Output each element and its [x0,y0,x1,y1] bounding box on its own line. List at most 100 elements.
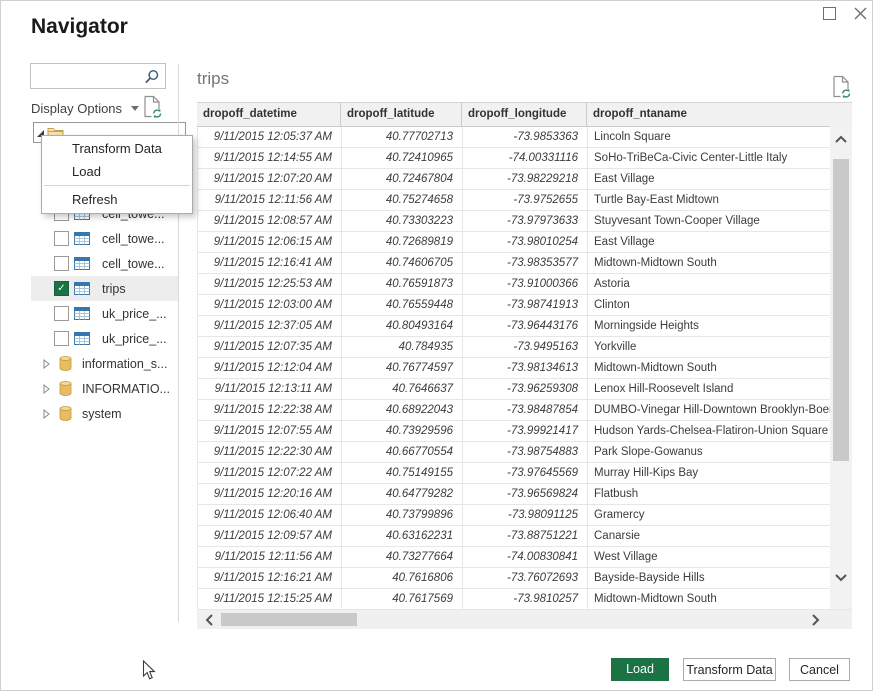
cell-dropoff-ntaname: Astoria [588,274,852,294]
checkbox[interactable] [54,256,69,271]
scroll-up-icon[interactable] [834,135,848,144]
close-button[interactable] [850,3,870,23]
table-row[interactable]: 9/11/2015 12:11:56 AM 40.75274658 -73.97… [198,190,852,211]
transform-data-button[interactable]: Transform Data [683,658,776,681]
table-row[interactable]: 9/11/2015 12:06:40 AM 40.73799896 -73.98… [198,505,852,526]
cell-dropoff-longitude: -73.96259308 [463,379,588,399]
tree-item[interactable]: trips [31,276,178,301]
cell-dropoff-datetime: 9/11/2015 12:16:21 AM [198,568,342,588]
tree-item[interactable]: information_s... [31,351,178,376]
vertical-scrollbar-thumb[interactable] [833,159,849,461]
cell-dropoff-ntaname: Canarsie [588,526,852,546]
table-row[interactable]: 9/11/2015 12:07:55 AM 40.73929596 -73.99… [198,421,852,442]
checkbox[interactable] [54,231,69,246]
table-row[interactable]: 9/11/2015 12:07:22 AM 40.75149155 -73.97… [198,463,852,484]
table-row[interactable]: 9/11/2015 12:09:57 AM 40.63162231 -73.88… [198,526,852,547]
document-refresh-icon [143,95,163,119]
table-row[interactable]: 9/11/2015 12:03:00 AM 40.76559448 -73.98… [198,295,852,316]
table-row[interactable]: 9/11/2015 12:22:30 AM 40.66770554 -73.98… [198,442,852,463]
table-row[interactable]: 9/11/2015 12:22:38 AM 40.68922043 -73.98… [198,400,852,421]
cell-dropoff-datetime: 9/11/2015 12:07:35 AM [198,337,342,357]
table-row[interactable]: 9/11/2015 12:16:21 AM 40.7616806 -73.760… [198,568,852,589]
cell-dropoff-latitude: 40.73277664 [342,547,463,567]
menu-item-load[interactable]: Load [42,160,192,183]
cell-dropoff-datetime: 9/11/2015 12:06:15 AM [198,232,342,252]
refresh-icon[interactable] [143,95,163,124]
tree-item-label: trips [102,282,126,296]
tree-item[interactable]: system [31,401,178,426]
load-button[interactable]: Load [611,658,669,681]
cell-dropoff-ntaname: Morningside Heights [588,316,852,336]
cell-dropoff-latitude: 40.64779282 [342,484,463,504]
tree-item[interactable]: uk_price_... [31,326,178,351]
cell-dropoff-latitude: 40.72467804 [342,169,463,189]
expand-arrow-icon[interactable] [43,409,50,419]
menu-item-transform-data[interactable]: Transform Data [42,137,192,160]
cancel-button[interactable]: Cancel [789,658,850,681]
checkbox[interactable] [54,281,69,296]
vertical-scrollbar[interactable] [830,126,852,609]
cell-dropoff-datetime: 9/11/2015 12:20:16 AM [198,484,342,504]
menu-item-refresh[interactable]: Refresh [42,188,192,211]
navigator-tree: cell_towe... cell_towe... [31,201,178,426]
table-row[interactable]: 9/11/2015 12:07:35 AM 40.784935 -73.9495… [198,337,852,358]
table-row[interactable]: 9/11/2015 12:20:16 AM 40.64779282 -73.96… [198,484,852,505]
cell-dropoff-ntaname: Lenox Hill-Roosevelt Island [588,379,852,399]
table-row[interactable]: 9/11/2015 12:16:41 AM 40.74606705 -73.98… [198,253,852,274]
mouse-cursor [142,660,157,681]
scroll-down-icon[interactable] [834,573,848,582]
maximize-icon [823,7,836,20]
cell-dropoff-datetime: 9/11/2015 12:07:55 AM [198,421,342,441]
column-header-dropoff-latitude[interactable]: dropoff_latitude [341,103,462,126]
table-row[interactable]: 9/11/2015 12:37:05 AM 40.80493164 -73.96… [198,316,852,337]
column-header-dropoff-datetime[interactable]: dropoff_datetime [197,103,341,126]
cell-dropoff-datetime: 9/11/2015 12:12:04 AM [198,358,342,378]
cell-dropoff-ntaname: West Village [588,547,852,567]
checkbox[interactable] [54,306,69,321]
cell-dropoff-datetime: 9/11/2015 12:07:22 AM [198,463,342,483]
table-row[interactable]: 9/11/2015 12:12:04 AM 40.76774597 -73.98… [198,358,852,379]
horizontal-scrollbar[interactable] [197,610,852,629]
tree-item-label: information_s... [82,357,167,371]
expand-arrow-icon[interactable] [43,384,50,394]
column-header-dropoff-longitude[interactable]: dropoff_longitude [462,103,587,126]
maximize-button[interactable] [819,3,839,23]
cell-dropoff-datetime: 9/11/2015 12:22:38 AM [198,400,342,420]
column-header-dropoff-ntaname[interactable]: dropoff_ntaname [587,103,852,126]
search-icon[interactable] [144,69,160,85]
display-options-label: Display Options [31,101,122,116]
tree-item[interactable]: uk_price_... [31,301,178,326]
table-row[interactable]: 9/11/2015 12:11:56 AM 40.73277664 -74.00… [198,547,852,568]
checkbox[interactable] [54,331,69,346]
table-row[interactable]: 9/11/2015 12:05:37 AM 40.77702713 -73.98… [198,127,852,148]
table-row[interactable]: 9/11/2015 12:25:53 AM 40.76591873 -73.91… [198,274,852,295]
cell-dropoff-ntaname: Gramercy [588,505,852,525]
display-options-dropdown[interactable]: Display Options [31,101,139,116]
scroll-right-icon[interactable] [811,613,820,627]
tree-item[interactable]: cell_towe... [31,226,178,251]
cell-dropoff-latitude: 40.72410965 [342,148,463,168]
search-input[interactable] [35,66,145,88]
tree-item[interactable]: cell_towe... [31,251,178,276]
table-row[interactable]: 9/11/2015 12:07:20 AM 40.72467804 -73.98… [198,169,852,190]
table-row[interactable]: 9/11/2015 12:06:15 AM 40.72689819 -73.98… [198,232,852,253]
expand-arrow-icon[interactable] [43,359,50,369]
table-row[interactable]: 9/11/2015 12:15:25 AM 40.7617569 -73.981… [198,589,852,610]
table-icon [74,232,90,245]
cell-dropoff-ntaname: Midtown-Midtown South [588,358,852,378]
table-icon [74,257,90,270]
horizontal-scrollbar-thumb[interactable] [221,613,357,626]
cell-dropoff-ntaname: Midtown-Midtown South [588,589,852,609]
table-row[interactable]: 9/11/2015 12:08:57 AM 40.73303223 -73.97… [198,211,852,232]
cell-dropoff-datetime: 9/11/2015 12:06:40 AM [198,505,342,525]
cell-dropoff-latitude: 40.784935 [342,337,463,357]
table-row[interactable]: 9/11/2015 12:13:11 AM 40.7646637 -73.962… [198,379,852,400]
cell-dropoff-ntaname: DUMBO-Vinegar Hill-Downtown Brooklyn-Boe… [588,400,852,420]
cell-dropoff-longitude: -73.88751221 [463,526,588,546]
search-box [30,63,166,89]
tree-item[interactable]: INFORMATIO... [31,376,178,401]
refresh-preview-icon[interactable] [832,75,852,104]
scroll-left-icon[interactable] [205,613,214,627]
table-row[interactable]: 9/11/2015 12:14:55 AM 40.72410965 -74.00… [198,148,852,169]
navigator-dialog: Navigator Display Options [0,0,873,691]
